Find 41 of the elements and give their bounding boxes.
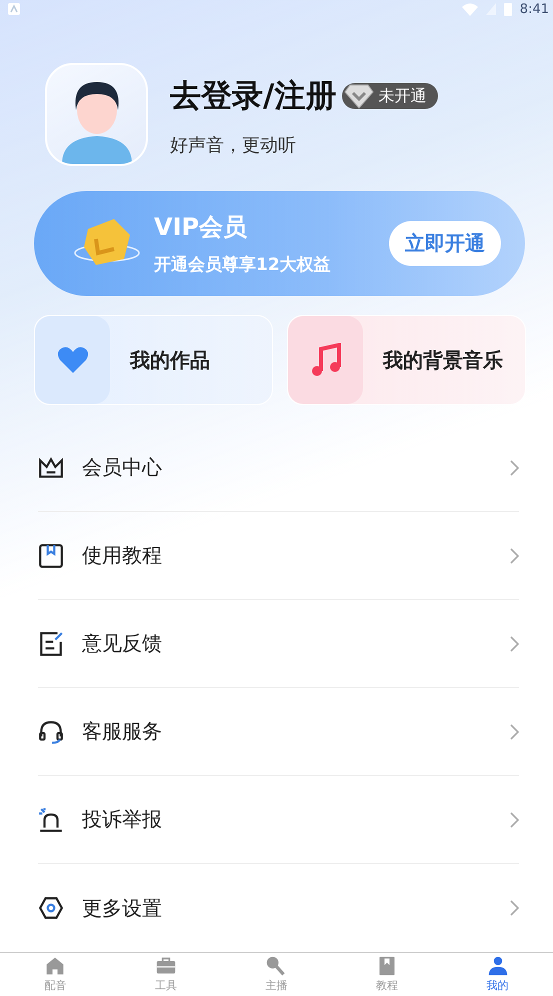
notification-icon: [8, 3, 20, 16]
settings-icon: [38, 895, 64, 922]
profile-slogan: 好声音，更动听: [170, 134, 297, 158]
chevron-right-icon: [510, 724, 519, 740]
vip-card[interactable]: VIP会员 开通会员尊享12大权益 立即开通: [34, 191, 525, 296]
chevron-right-icon: [510, 900, 519, 916]
chevron-right-icon: [510, 636, 519, 652]
crown-icon: [38, 454, 64, 481]
music-note-icon: [310, 343, 340, 378]
shortcut-tile[interactable]: 我的背景音乐: [287, 315, 526, 406]
alarm-bell-icon: [38, 806, 64, 833]
menu-item[interactable]: 意见反馈: [38, 600, 519, 688]
person-icon: [488, 956, 508, 976]
login-register-link[interactable]: 去登录/注册: [170, 75, 336, 118]
vip-title: VIP会员: [154, 212, 248, 244]
wifi-icon: [462, 2, 478, 16]
chevron-right-icon: [510, 812, 519, 828]
shortcut-tile[interactable]: 我的作品: [34, 315, 273, 406]
menu-item[interactable]: 客服服务: [38, 688, 519, 776]
feedback-icon: [38, 630, 64, 657]
nav-tab[interactable]: 我的: [442, 953, 553, 996]
avatar[interactable]: [45, 63, 148, 166]
headset-icon: [38, 718, 64, 745]
book-icon: [38, 542, 64, 569]
home-icon: [45, 956, 66, 976]
menu-item[interactable]: 投诉举报: [38, 776, 519, 864]
chevron-right-icon: [510, 548, 519, 564]
membership-badge: 未开通: [342, 83, 438, 110]
shield-icon: [344, 83, 374, 110]
microphone-icon: [266, 956, 286, 976]
bookmark-book-icon: [377, 956, 398, 976]
menu-item[interactable]: 会员中心: [38, 424, 519, 512]
menu-item[interactable]: 使用教程: [38, 512, 519, 600]
battery-icon: [504, 2, 512, 16]
chevron-right-icon: [510, 460, 519, 476]
heart-icon: [56, 346, 88, 374]
status-time: 8:41: [520, 2, 549, 17]
toolbox-icon: [156, 956, 176, 976]
open-vip-button[interactable]: 立即开通: [389, 221, 501, 266]
vip-benefits-text: 开通会员尊享12大权益: [154, 254, 332, 276]
menu-item[interactable]: 更多设置: [38, 864, 519, 952]
